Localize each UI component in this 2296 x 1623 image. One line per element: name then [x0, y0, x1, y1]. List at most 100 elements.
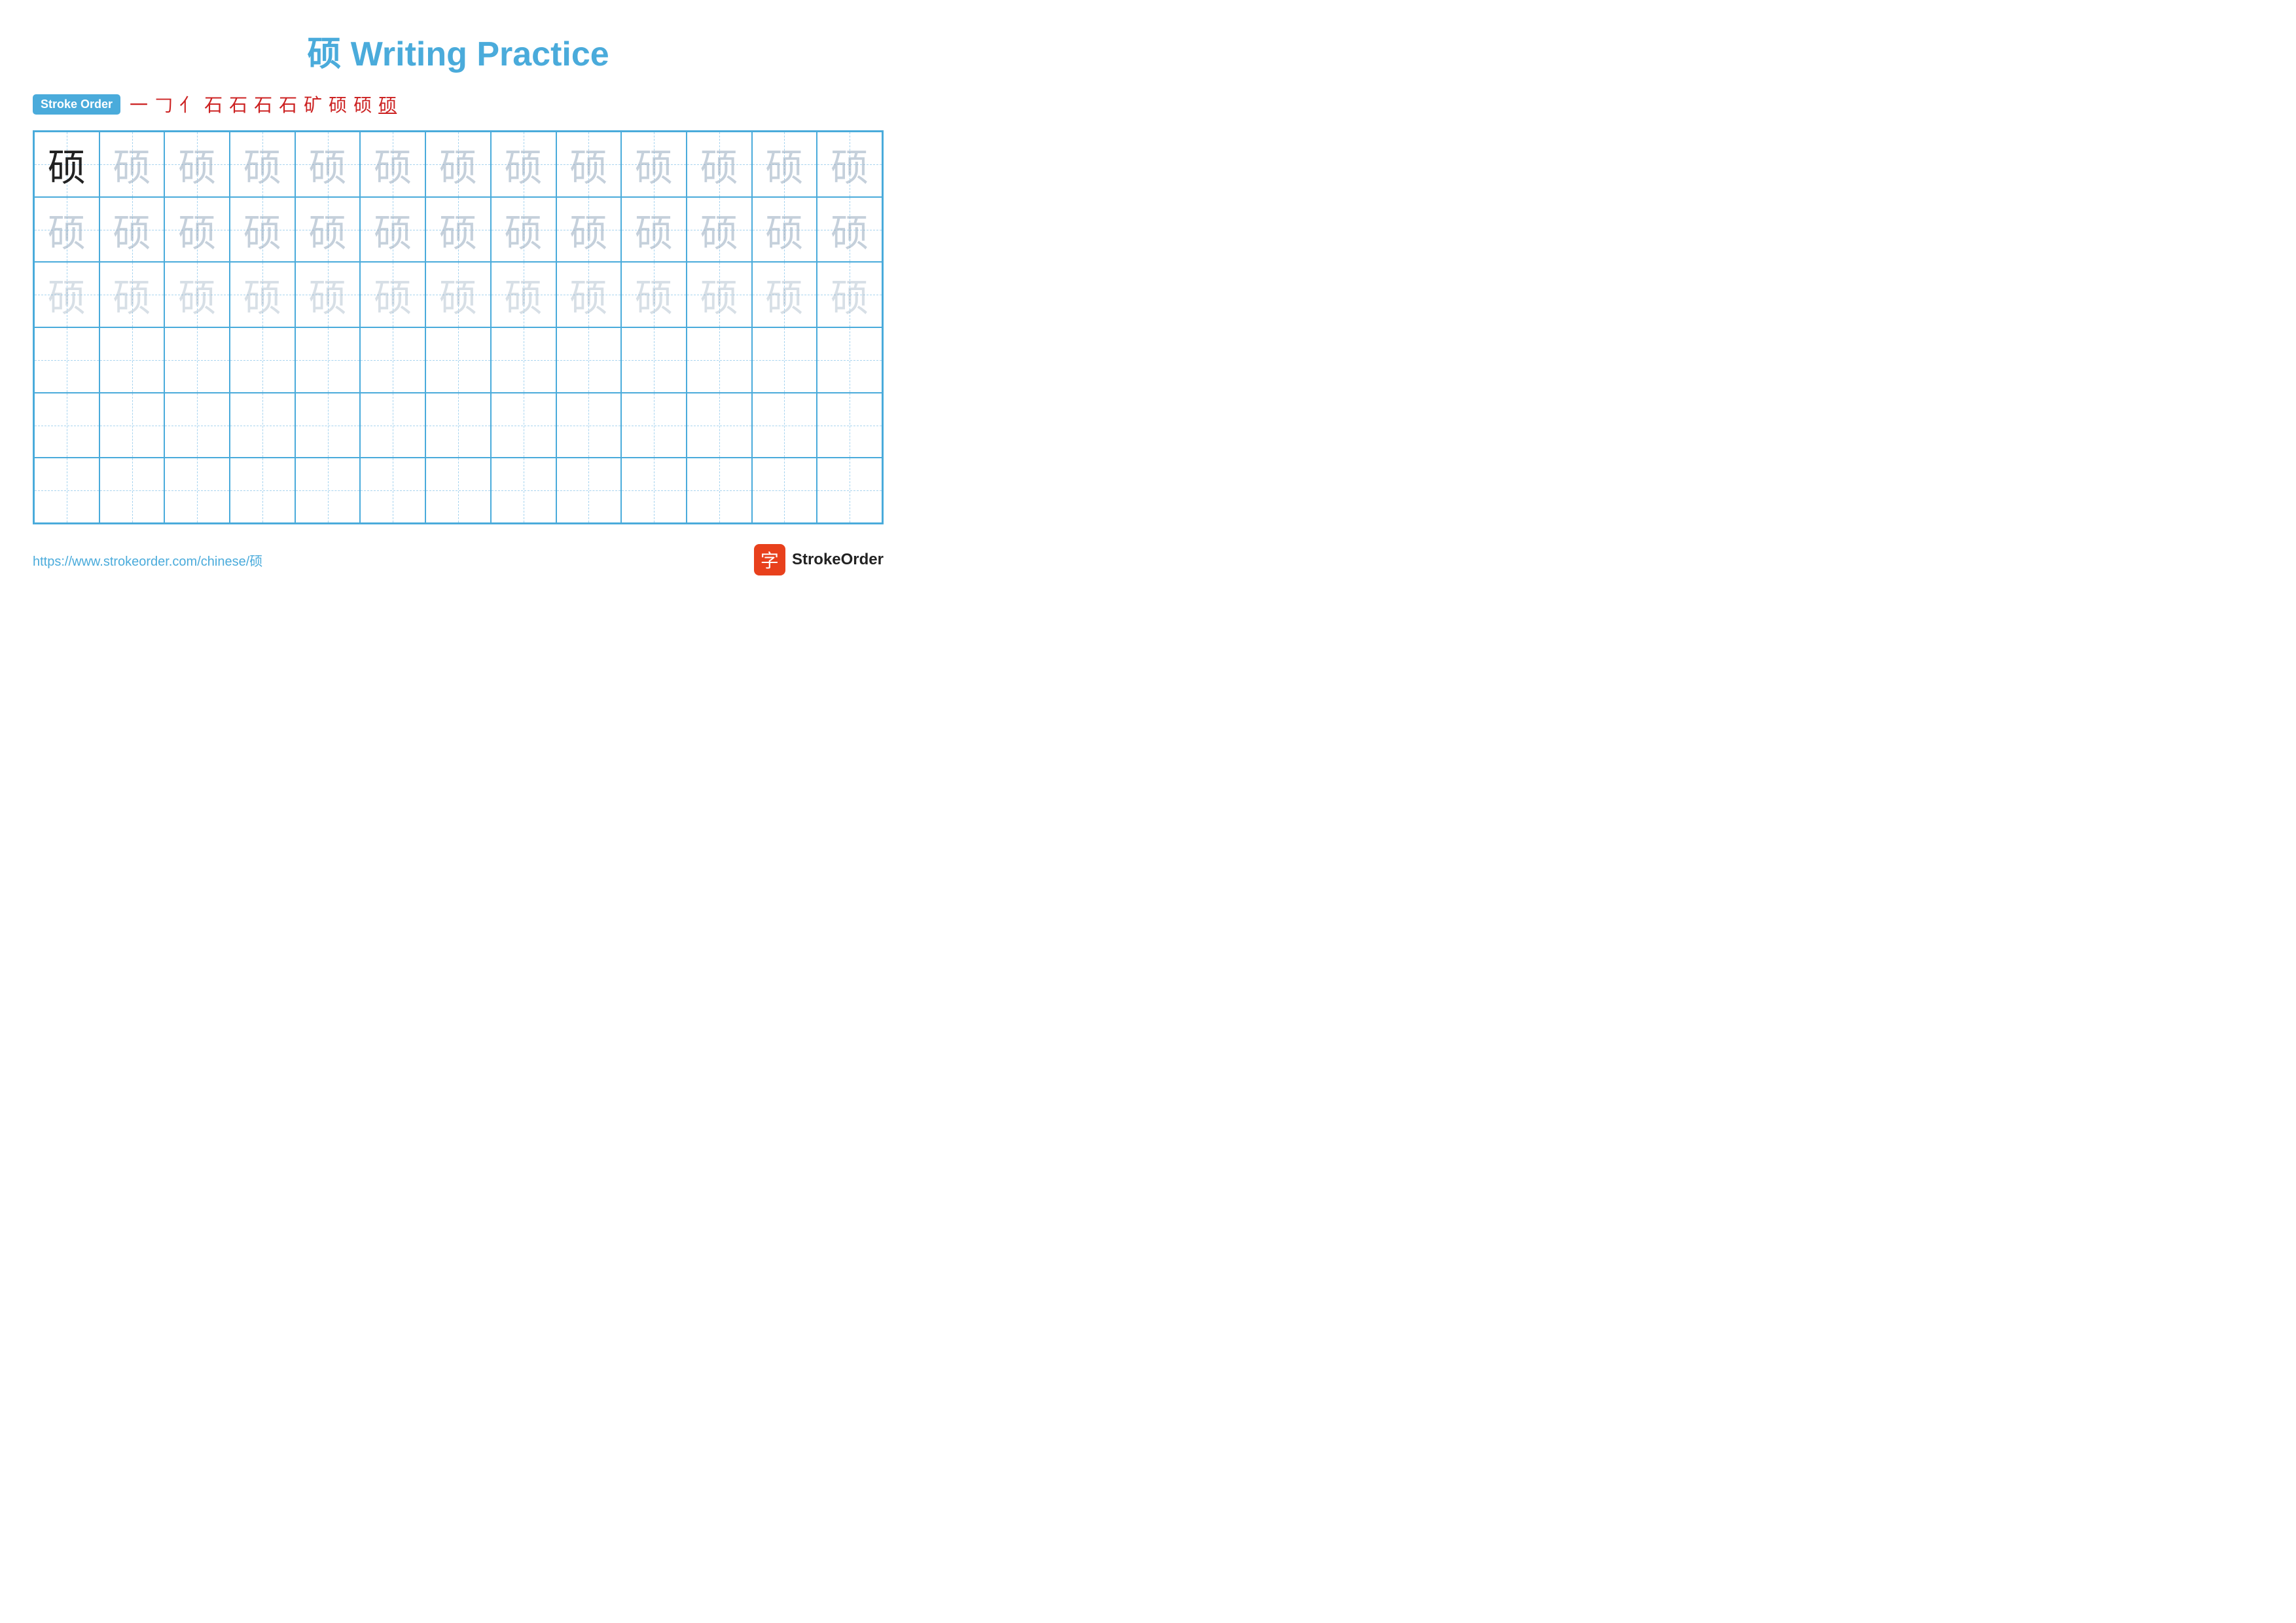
grid-cell[interactable]: 硕 [230, 197, 295, 263]
grid-cell[interactable] [817, 458, 882, 523]
practice-char: 硕 [243, 267, 281, 322]
grid-cell[interactable]: 硕 [164, 197, 230, 263]
footer-logo-text: StrokeOrder [792, 551, 884, 569]
grid-cell[interactable] [295, 327, 361, 393]
stroke-7: 石 [279, 91, 297, 117]
grid-cell[interactable] [491, 458, 556, 523]
grid-cell[interactable] [556, 393, 622, 458]
grid-cell[interactable]: 硕 [295, 132, 361, 197]
stroke-10: 硕 [353, 91, 372, 117]
stroke-2: 𠃌 [154, 91, 173, 117]
grid-cell[interactable] [230, 327, 295, 393]
grid-cell[interactable] [621, 327, 687, 393]
grid-cell[interactable]: 硕 [425, 262, 491, 327]
grid-cell[interactable]: 硕 [556, 132, 622, 197]
grid-cell[interactable]: 硕 [817, 132, 882, 197]
grid-cell[interactable] [752, 458, 817, 523]
practice-char: 硕 [48, 137, 86, 192]
grid-cell[interactable]: 硕 [34, 132, 99, 197]
grid-cell[interactable]: 硕 [556, 197, 622, 263]
grid-cell[interactable] [295, 393, 361, 458]
grid-cell[interactable]: 硕 [295, 197, 361, 263]
grid-cell[interactable] [817, 393, 882, 458]
practice-char: 硕 [309, 267, 347, 322]
practice-char: 硕 [113, 137, 151, 192]
practice-char: 硕 [178, 202, 216, 257]
grid-cell[interactable]: 硕 [687, 262, 752, 327]
practice-char: 硕 [374, 137, 412, 192]
grid-cell[interactable]: 硕 [164, 132, 230, 197]
grid-cell[interactable] [752, 393, 817, 458]
grid-cell[interactable] [687, 393, 752, 458]
grid-cell[interactable]: 硕 [99, 132, 165, 197]
grid-cell[interactable]: 硕 [491, 197, 556, 263]
grid-cell[interactable]: 硕 [491, 262, 556, 327]
grid-cell[interactable] [425, 458, 491, 523]
grid-cell[interactable]: 硕 [817, 262, 882, 327]
grid-cell[interactable] [164, 393, 230, 458]
grid-cell[interactable]: 硕 [621, 262, 687, 327]
grid-cell[interactable] [687, 458, 752, 523]
grid-cell[interactable]: 硕 [556, 262, 622, 327]
grid-cell[interactable]: 硕 [230, 262, 295, 327]
grid-cell[interactable]: 硕 [817, 197, 882, 263]
grid-cell[interactable] [360, 458, 425, 523]
grid-cell[interactable] [425, 393, 491, 458]
grid-cell[interactable] [230, 458, 295, 523]
practice-char: 硕 [635, 267, 673, 322]
stroke-11: 硕 [378, 91, 397, 117]
grid-cell[interactable]: 硕 [621, 197, 687, 263]
grid-cell[interactable]: 硕 [752, 197, 817, 263]
grid-cell[interactable] [99, 327, 165, 393]
grid-cell[interactable] [491, 327, 556, 393]
grid-cell[interactable] [164, 327, 230, 393]
grid-cell[interactable]: 硕 [360, 262, 425, 327]
grid-cell[interactable]: 硕 [425, 197, 491, 263]
practice-char: 硕 [48, 267, 86, 322]
practice-grid[interactable]: 硕 硕 硕 硕 硕 硕 硕 硕 硕 硕 硕 硕 硕 硕 硕 硕 硕 硕 硕 硕 … [33, 130, 884, 524]
grid-cell[interactable] [34, 393, 99, 458]
practice-char: 硕 [700, 202, 738, 257]
footer-logo: 字 StrokeOrder [754, 544, 884, 575]
grid-cell[interactable]: 硕 [99, 262, 165, 327]
grid-cell[interactable]: 硕 [99, 197, 165, 263]
grid-cell[interactable]: 硕 [687, 132, 752, 197]
grid-cell[interactable] [360, 327, 425, 393]
grid-cell[interactable] [34, 458, 99, 523]
grid-cell[interactable]: 硕 [425, 132, 491, 197]
grid-cell[interactable] [621, 458, 687, 523]
grid-cell[interactable]: 硕 [34, 262, 99, 327]
grid-cell[interactable] [425, 327, 491, 393]
practice-char: 硕 [765, 202, 803, 257]
grid-cell[interactable] [687, 327, 752, 393]
grid-cell[interactable]: 硕 [752, 262, 817, 327]
grid-cell[interactable]: 硕 [360, 132, 425, 197]
grid-cell[interactable]: 硕 [360, 197, 425, 263]
grid-cell[interactable] [99, 458, 165, 523]
grid-cell[interactable]: 硕 [752, 132, 817, 197]
grid-cell[interactable]: 硕 [687, 197, 752, 263]
grid-cell[interactable] [817, 327, 882, 393]
grid-cell[interactable] [556, 327, 622, 393]
grid-cell[interactable] [99, 393, 165, 458]
grid-cell[interactable]: 硕 [164, 262, 230, 327]
grid-cell[interactable]: 硕 [621, 132, 687, 197]
grid-cell[interactable]: 硕 [295, 262, 361, 327]
grid-cell[interactable]: 硕 [34, 197, 99, 263]
grid-cell[interactable] [556, 458, 622, 523]
grid-cell[interactable] [295, 458, 361, 523]
grid-cell[interactable] [34, 327, 99, 393]
grid-cell[interactable] [360, 393, 425, 458]
grid-cell[interactable]: 硕 [491, 132, 556, 197]
practice-char: 硕 [635, 137, 673, 192]
practice-char: 硕 [178, 267, 216, 322]
grid-cell[interactable]: 硕 [230, 132, 295, 197]
grid-cell[interactable] [621, 393, 687, 458]
grid-cell[interactable] [230, 393, 295, 458]
grid-cell[interactable] [164, 458, 230, 523]
grid-cell[interactable] [752, 327, 817, 393]
practice-char: 硕 [113, 202, 151, 257]
footer-url[interactable]: https://www.strokeorder.com/chinese/硕 [33, 551, 262, 570]
grid-cell[interactable] [491, 393, 556, 458]
stroke-order-row: Stroke Order 一 𠃌 亻 石 石 石 石 矿 硕 硕 硕 [33, 91, 884, 117]
